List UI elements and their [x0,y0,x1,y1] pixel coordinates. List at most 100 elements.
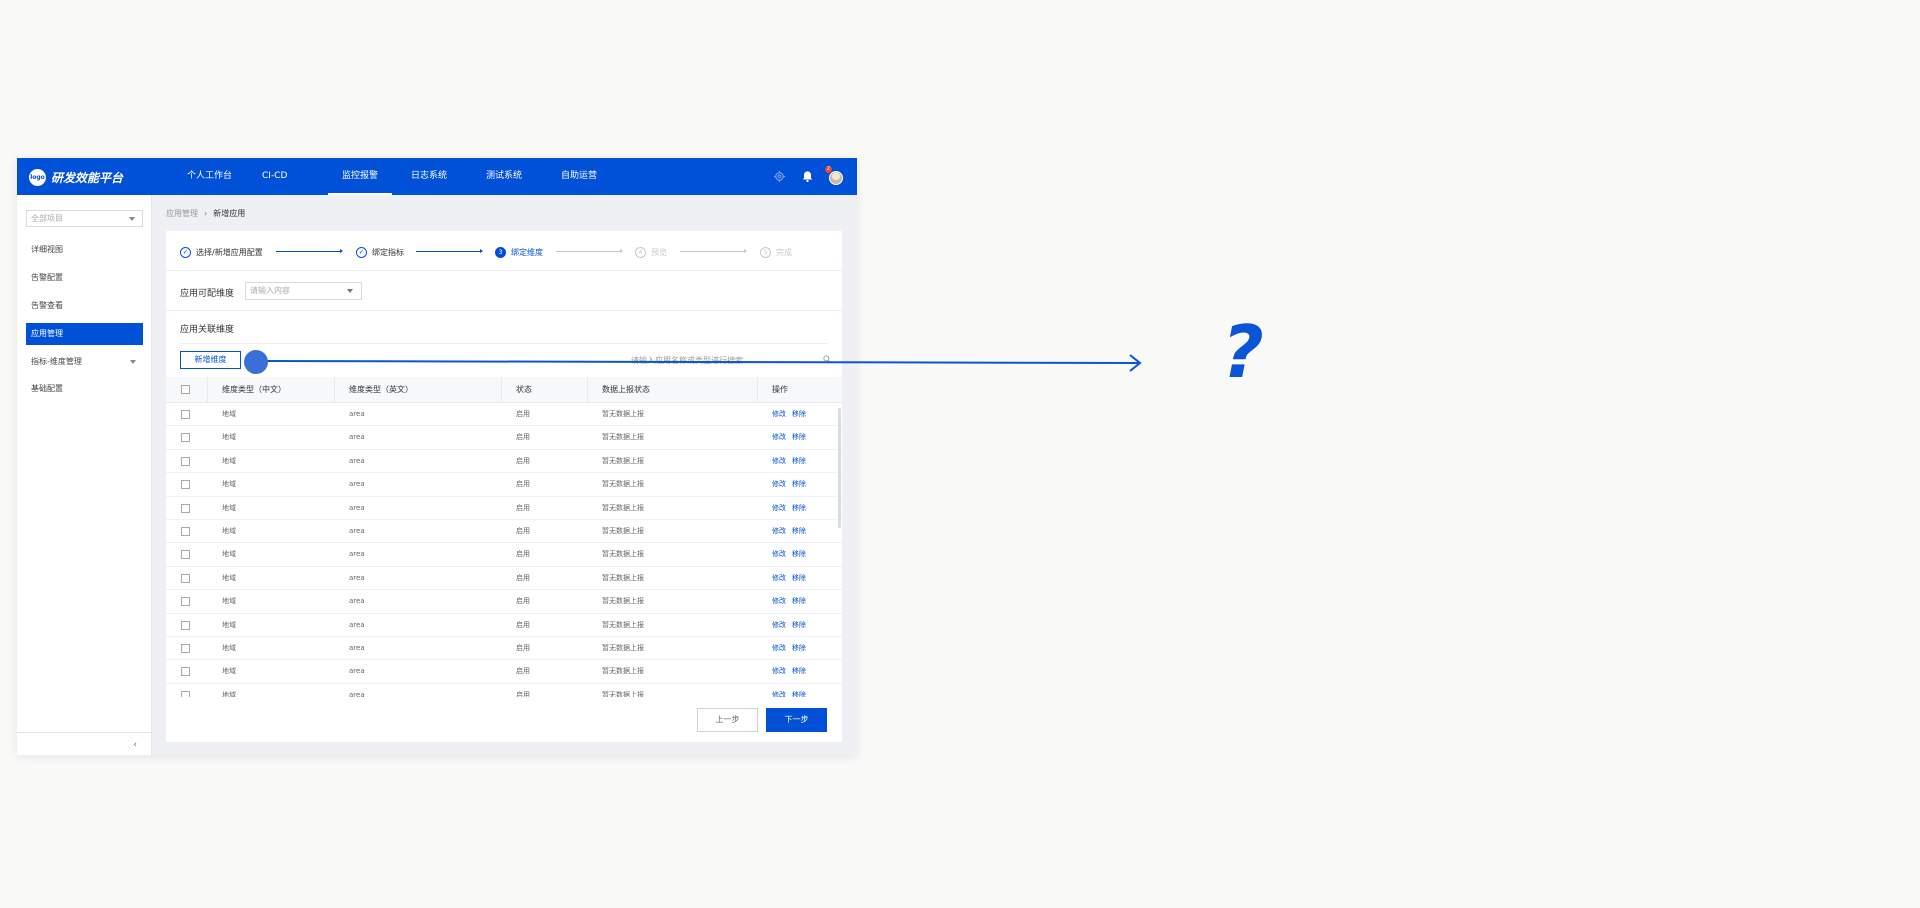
step-number: 5 [760,246,771,258]
cell-report-status: 暂无数据上报 [602,503,644,512]
remove-link[interactable]: 移除 [792,660,806,683]
cell-dimension-cn: 地域 [222,620,236,629]
row-checkbox[interactable] [181,550,190,560]
edit-link[interactable]: 修改 [772,614,786,637]
cell-dimension-cn: 地域 [222,573,236,582]
chevron-down-icon [347,289,353,293]
cell-dimension-en: area [349,597,365,606]
question-mark: ? [1222,310,1264,394]
row-checkbox[interactable] [181,456,190,466]
collapse-chevron-icon[interactable]: ‹ [133,740,137,750]
edit-link[interactable]: 修改 [772,567,786,590]
nav-item-cicd[interactable]: CI-CD [262,158,287,195]
step-4: 4 预览 [635,246,667,258]
cell-report-status: 暂无数据上报 [602,433,644,442]
cell-status: 启用 [516,620,530,629]
row-checkbox[interactable] [181,644,190,653]
row-checkbox[interactable] [181,620,190,630]
app-logo[interactable]: logo 研发效能平台 [29,168,123,186]
breadcrumb-current: 新增应用 [213,209,246,218]
remove-link[interactable]: 移除 [792,497,806,520]
nav-item-workspace[interactable]: 个人工作台 [187,158,232,195]
column-header-status[interactable]: 状态 [516,377,532,403]
nav-item-monitoring[interactable]: 监控报警 [327,158,393,195]
remove-link[interactable]: 移除 [792,567,806,590]
row-checkbox[interactable] [181,480,190,490]
table-row: 地域 area 启用 暂无数据上报 修改 移除 [166,614,842,637]
row-checkbox[interactable] [181,410,190,419]
sidebar-item-alert-config[interactable]: 告警配置 [26,267,143,289]
edit-link[interactable]: 修改 [772,637,786,660]
edit-link[interactable]: 修改 [772,450,786,473]
remove-link[interactable]: 移除 [792,543,806,566]
cell-status: 启用 [516,503,530,512]
nav-item-logs[interactable]: 日志系统 [411,158,447,195]
edit-link[interactable]: 修改 [772,590,786,613]
remove-link[interactable]: 移除 [792,520,806,543]
remove-link[interactable]: 移除 [792,426,806,449]
cell-dimension-cn: 地域 [222,433,236,442]
cell-dimension-en: area [349,480,365,489]
breadcrumb-parent[interactable]: 应用管理 [166,209,198,218]
edit-link[interactable]: 修改 [772,473,786,496]
nav-item-testing[interactable]: 测试系统 [486,158,522,195]
sidebar-item-app-management[interactable]: 应用管理 [26,323,143,345]
prev-step-button[interactable]: 上一步 [697,708,758,732]
sidebar-item-detail-view[interactable]: 详细视图 [26,239,143,261]
row-checkbox[interactable] [181,503,190,513]
column-header-cn[interactable]: 维度类型（中文） [222,377,286,403]
cell-report-status: 暂无数据上报 [602,456,644,465]
row-checkbox[interactable] [181,667,190,677]
nav-item-self-ops[interactable]: 自助运营 [561,158,597,195]
avatar[interactable] [829,171,843,185]
edit-link[interactable]: 修改 [772,520,786,543]
add-dimension-button[interactable]: 新增维度 [180,351,241,369]
sidebar-item-metric-dimension[interactable]: 指标-维度管理 [26,351,143,373]
bell-icon[interactable] [801,170,814,183]
cell-dimension-cn: 地域 [222,456,236,465]
cell-dimension-cn: 地域 [222,410,236,418]
dimension-select[interactable]: 请输入内容 [245,282,362,300]
remove-link[interactable]: 移除 [792,637,806,660]
row-checkbox[interactable] [181,690,190,697]
edit-link[interactable]: 修改 [772,543,786,566]
sidebar-item-label: 指标-维度管理 [31,357,82,366]
row-checkbox[interactable] [181,573,190,583]
cell-report-status: 暂无数据上报 [602,644,644,652]
cell-dimension-en: area [349,667,365,676]
remove-link[interactable]: 移除 [792,590,806,613]
project-select[interactable]: 全部项目 [26,210,143,227]
search-icon[interactable] [823,355,831,363]
sidebar-item-basic-config[interactable]: 基础配置 [26,378,143,400]
remove-link[interactable]: 移除 [792,450,806,473]
remove-link[interactable]: 移除 [792,684,806,697]
remove-link[interactable]: 移除 [792,614,806,637]
cell-dimension-cn: 地域 [222,550,236,559]
row-checkbox[interactable] [181,433,190,443]
select-all-checkbox[interactable] [181,385,190,394]
row-checkbox[interactable] [181,527,190,536]
edit-link[interactable]: 修改 [772,426,786,449]
edit-link[interactable]: 修改 [772,403,786,426]
edit-link[interactable]: 修改 [772,660,786,683]
table-scrollbar[interactable] [838,408,841,528]
remove-link[interactable]: 移除 [792,403,806,426]
table-row: 地域 area 启用 暂无数据上报 修改 移除 [166,660,842,684]
remove-link[interactable]: 移除 [792,473,806,496]
cell-status: 启用 [516,597,530,606]
next-step-button[interactable]: 下一步 [766,708,827,732]
column-header-report[interactable]: 数据上报状态 [602,377,650,403]
cell-status: 启用 [516,456,530,465]
check-icon: ✓ [180,246,191,258]
edit-link[interactable]: 修改 [772,684,786,697]
edit-link[interactable]: 修改 [772,497,786,520]
check-icon: ✓ [356,246,367,258]
sidebar-item-alert-view[interactable]: 告警查看 [26,295,143,317]
cell-status: 启用 [516,667,530,676]
cell-dimension-en: area [349,433,365,442]
cell-status: 启用 [516,433,530,442]
column-header-en[interactable]: 维度类型（英文） [349,377,413,403]
search-input[interactable]: 请输入应用名称或类型进行搜索 [631,355,743,366]
row-checkbox[interactable] [181,597,190,607]
settings-icon[interactable] [773,170,786,183]
